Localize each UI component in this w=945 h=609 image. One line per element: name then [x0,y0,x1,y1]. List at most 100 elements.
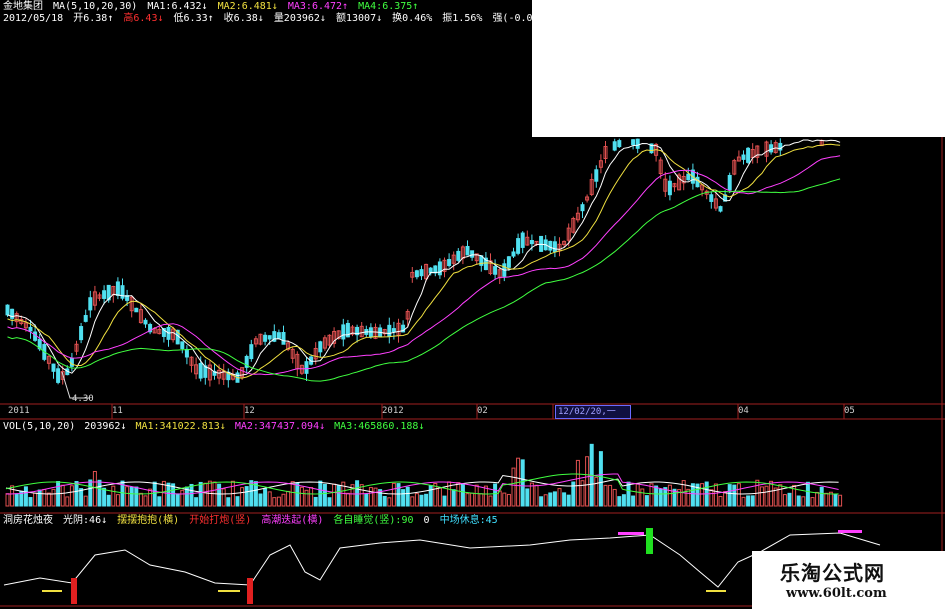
volume-bar [217,483,222,507]
volume-bar [437,487,442,507]
indicator-item-1: 摆摆抱抱(横) [117,515,180,526]
candle-body [511,251,516,257]
bar-date: 2012/05/18 [3,13,64,24]
volume-bar [290,481,295,507]
volume-bar [474,484,479,507]
volume-bar [805,481,810,507]
header-line-1: 金地集团 MA(5,10,20,30) MA1:6.432↓ MA2:6.481… [3,1,422,13]
volume-bar [750,495,755,507]
indicator-item-5: 0 [423,515,430,526]
volume-bar [313,496,318,507]
volume-bar [106,494,111,507]
time-label: 02 [477,406,488,416]
candle-body [391,328,396,333]
volume-bar [387,497,392,507]
volume-bar [723,491,728,507]
candle-body [769,144,774,153]
volume-bar [787,492,792,507]
volume-bar [488,495,493,507]
signal-bar-red [247,578,253,604]
volume-bar [125,486,130,507]
time-label: 04 [738,406,749,416]
candle-body [120,285,125,299]
volume-header: VOL(5,10,20) 203962↓ MA1:341022.813↓ MA2… [3,421,427,433]
volume-bar [520,459,525,507]
volume-bar [442,495,447,507]
volume-bar [276,496,281,507]
volume-bar [221,488,226,507]
volume-bar [658,488,663,507]
strength-value: 强(-0.0 [492,13,533,24]
volume-bar [14,493,19,507]
indicator-line [3,532,881,588]
volume-bar [382,495,387,507]
signal-bar-green [646,528,653,554]
volume-bar [718,495,723,507]
stock-name: 金地集团 [3,1,43,12]
volume-bar [272,497,277,507]
low-value: 低6.33↑ [173,13,214,24]
volume-bar [180,489,185,507]
low-price-label: 4.30 [72,394,94,404]
candle-body [695,176,700,188]
volume-bar [580,480,585,507]
volume-bar [60,484,65,507]
signal-band-yellow [706,590,726,592]
volume-bar [557,488,562,507]
volume-bar [244,486,249,507]
volume-bar [562,492,567,507]
volume-bar [612,488,617,507]
volume-bar [295,482,300,507]
volume-bar [483,485,488,507]
turnover-value: 换0.46% [392,13,433,24]
volume-bar [543,494,548,507]
candle-body [102,290,107,299]
candle-body [506,256,511,268]
candle-body [552,241,557,253]
volume-bar [166,482,171,507]
volume-bar [603,484,608,507]
candle-body [56,368,61,383]
volume-bar [267,491,272,507]
volume-bar [364,493,369,507]
volume-bar [92,470,97,507]
amplitude-value: 振1.56% [442,13,483,24]
volume-bar [465,493,470,507]
volume-bar [428,485,433,507]
watermark: 乐淘公式网 www.60lt.com [752,551,945,609]
candle-body [51,363,56,372]
candle-body [493,266,498,275]
ma2-value: MA2:6.481↓ [217,1,278,12]
candle-body [368,327,373,338]
volume-bar [640,488,645,507]
volume-bar [410,496,415,507]
ma30-line [7,178,841,382]
volume-bar [373,487,378,507]
volume-bar [42,488,47,507]
volume-bar [345,492,350,507]
volume-bar [736,483,741,507]
volume-bar [194,497,199,507]
volume-bar [815,491,820,507]
volume-bar [97,479,102,507]
volume-bar [304,489,309,507]
volume-bar [129,486,134,507]
close-value: 收6.38↓ [223,13,264,24]
ma3-value: MA3:6.472↑ [287,1,349,12]
volume-bar [782,494,787,507]
volume-bar [396,483,401,507]
volume-bar [548,492,553,507]
volume-bar [405,486,410,507]
volume-bar [838,494,843,507]
candle-body [456,250,461,261]
candle-body [28,326,33,332]
volume-bar [336,484,341,507]
volume-bar [143,495,148,507]
volume-bar [152,481,157,507]
candle-body [79,326,84,341]
volume-bar [157,496,162,507]
indicator-guangyin: 光阴:46↓ [63,515,108,526]
candle-body [580,204,585,212]
candle-body [143,319,148,325]
candle-body [419,269,424,277]
